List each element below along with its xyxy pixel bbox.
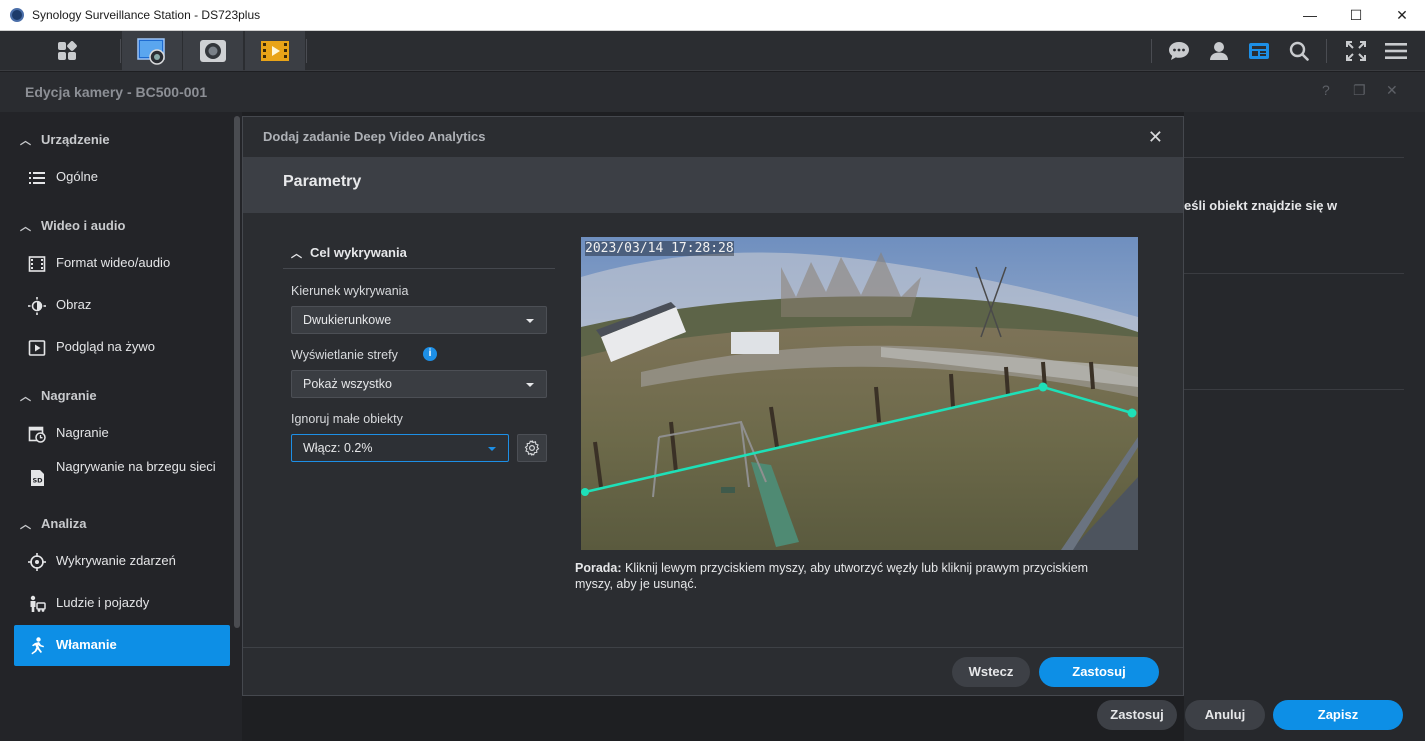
editor-title: Edycja kamery - BC500-001 — [25, 84, 208, 100]
sidebar-item-label: Nagrywanie na brzegu sieci — [56, 459, 216, 474]
section-analiza[interactable]: ︿ Analiza — [20, 516, 87, 532]
sidebar-item-podglad[interactable]: Podgląd na żywo — [14, 327, 230, 367]
camera-icon[interactable] — [183, 31, 243, 71]
intrusion-description-text: eśli obiekt znajdzie się w — [1184, 198, 1338, 213]
crosshair-icon — [28, 553, 46, 571]
parameters-band: Parametry — [243, 157, 1183, 213]
dialog-title: Dodaj zadanie Deep Video Analytics — [263, 129, 486, 144]
section-detection-target[interactable]: ︿ Cel wykrywania — [291, 245, 407, 261]
sidebar-item-label: Obraz — [56, 297, 92, 312]
help-icon[interactable]: ? — [1322, 82, 1330, 98]
dialog-apply-button[interactable]: Zastosuj — [1039, 657, 1159, 687]
person-vehicle-icon — [30, 595, 46, 612]
film-icon — [28, 256, 46, 272]
sidebar-item-ludzie[interactable]: Ludzie i pojazdy — [14, 583, 230, 623]
zone-display-label: Wyświetlanie strefy — [291, 348, 398, 362]
editor-header: Edycja kamery - BC500-001 ? ❐ ✕ — [0, 72, 1425, 112]
chevron-down-icon — [488, 447, 496, 451]
menu-icon[interactable] — [1376, 31, 1416, 71]
close-window-button[interactable]: ✕ — [1379, 0, 1425, 31]
dva-task-dialog: Dodaj zadanie Deep Video Analytics ✕ Par… — [242, 116, 1184, 696]
back-button[interactable]: Wstecz — [952, 657, 1030, 687]
chat-icon[interactable] — [1159, 31, 1199, 71]
app-icon — [10, 8, 24, 22]
chevron-down-icon — [526, 319, 534, 323]
restore-icon[interactable]: ❐ — [1353, 82, 1366, 99]
window-title: Synology Surveillance Station - DS723plu… — [32, 8, 261, 22]
section-urzadzenie[interactable]: ︿ Urządzenie — [20, 132, 110, 148]
sidebar-item-label: Nagranie — [56, 425, 109, 440]
sidebar-item-nagranie[interactable]: Nagranie — [14, 413, 230, 453]
sidebar-item-obraz[interactable]: Obraz — [14, 285, 230, 325]
settings-content-panel: eśli obiekt znajdzie się w — [1184, 112, 1425, 741]
sidebar-item-ogolne[interactable]: Ogólne — [14, 157, 230, 197]
apply-button[interactable]: Zastosuj — [1097, 700, 1177, 730]
sidebar-item-wykrywanie[interactable]: Wykrywanie zdarzeń — [14, 541, 230, 581]
save-button[interactable]: Zapisz — [1273, 700, 1403, 730]
hint-text: Porada: Kliknij lewym przyciskiem myszy,… — [575, 561, 1089, 591]
dialog-close-icon[interactable]: ✕ — [1148, 127, 1163, 148]
dialog-header: Dodaj zadanie Deep Video Analytics ✕ — [243, 117, 1183, 157]
dashboard-icon[interactable] — [37, 31, 97, 71]
minimize-button[interactable]: — — [1287, 0, 1333, 31]
camera-preview[interactable]: 2023/03/14 17:28:28 — [581, 237, 1138, 550]
direction-select[interactable]: Dwukierunkowe — [291, 306, 547, 334]
sidebar-item-label: Format wideo/audio — [56, 255, 171, 270]
sidebar-item-label: Ogólne — [56, 169, 98, 184]
sidebar-item-wlamanie[interactable]: Włamanie — [14, 625, 230, 666]
svg-text:SD: SD — [32, 477, 43, 485]
sidebar-item-nagrywanie-brzeg[interactable]: SD Nagrywanie na brzegu sieci — [14, 455, 230, 501]
sidebar-item-label: Ludzie i pojazdy — [56, 595, 150, 610]
direction-label: Kierunek wykrywania — [291, 284, 409, 298]
camera-snapshot — [581, 237, 1138, 550]
sd-card-icon: SD — [31, 470, 44, 486]
gear-icon — [524, 440, 540, 456]
ignore-small-select[interactable]: Włącz: 0.2% — [291, 434, 509, 462]
settings-sidebar: ︿ Urządzenie Ogólne ︿ Wideo i audio Format… — [0, 112, 242, 741]
list-icon — [29, 172, 45, 184]
sidebar-item-label: Włamanie — [56, 637, 117, 652]
app-toolbar — [0, 31, 1425, 71]
ignore-small-label: Ignoruj małe obiekty — [291, 412, 403, 426]
info-icon[interactable]: i — [423, 347, 437, 361]
parameters-heading: Parametry — [283, 173, 362, 190]
cancel-button[interactable]: Anuluj — [1185, 700, 1265, 730]
calendar-clock-icon — [28, 426, 46, 443]
sidebar-scrollbar[interactable] — [234, 116, 240, 628]
brightness-icon — [28, 297, 46, 315]
editor-close-icon[interactable]: ✕ — [1386, 82, 1398, 99]
monitor-center-icon[interactable] — [122, 31, 182, 71]
play-box-icon — [28, 340, 46, 356]
sidebar-item-label: Wykrywanie zdarzeń — [56, 553, 176, 568]
user-icon[interactable] — [1199, 31, 1239, 71]
maximize-button[interactable]: ☐ — [1333, 0, 1379, 31]
chevron-down-icon — [526, 383, 534, 387]
sidebar-item-label: Podgląd na żywo — [56, 339, 156, 354]
window-titlebar: Synology Surveillance Station - DS723plu… — [0, 0, 1425, 31]
zone-display-select[interactable]: Pokaż wszystko — [291, 370, 547, 398]
recording-playback-icon[interactable] — [245, 31, 305, 71]
sidebar-item-format[interactable]: Format wideo/audio — [14, 243, 230, 283]
news-icon[interactable] — [1239, 31, 1279, 71]
fullscreen-icon[interactable] — [1336, 31, 1376, 71]
section-wideo-audio[interactable]: ︿ Wideo i audio — [20, 218, 125, 234]
object-size-settings-button[interactable] — [517, 434, 547, 462]
section-nagranie[interactable]: ︿ Nagranie — [20, 388, 97, 404]
search-icon[interactable] — [1279, 31, 1319, 71]
timestamp-overlay: 2023/03/14 17:28:28 — [585, 241, 734, 256]
running-person-icon — [31, 637, 44, 655]
